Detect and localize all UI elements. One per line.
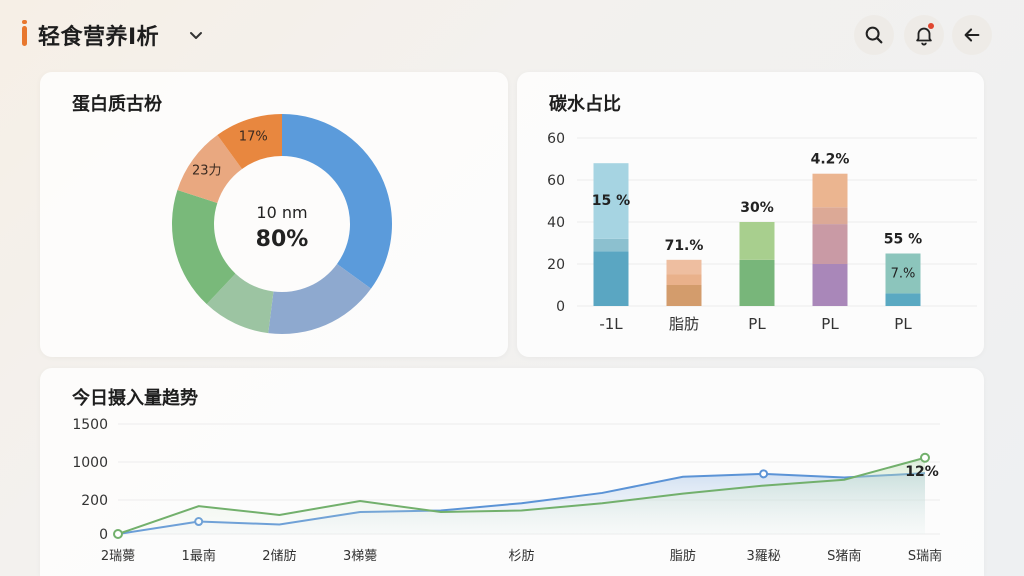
y-tick-label: 1500	[72, 417, 108, 433]
title-accent-dot	[22, 20, 27, 24]
x-category-label: 脂肪	[669, 315, 699, 333]
app-header: 轻食营养I析	[0, 0, 1024, 70]
x-tick-label: S猪南	[827, 548, 861, 564]
y-tick-label: 0	[556, 299, 565, 315]
end-value-label: 12%	[905, 464, 939, 480]
bar-sub-label: 7.%	[891, 267, 916, 282]
bar-value-label: 15 %	[592, 193, 630, 209]
notification-badge	[928, 23, 934, 29]
app-title: 轻食营养I析	[38, 25, 160, 50]
bar-segment	[593, 251, 629, 306]
trend-card: 今日摄入量趋势 0 200 1000 1500 12% 2瑞薨 1最南 2储肪 3梯薨 杉肪 脂肪 3…	[40, 368, 984, 576]
x-tick-label: 脂肪	[670, 548, 696, 564]
y-tick-label: 0	[99, 527, 108, 543]
y-tick-label: 60	[547, 173, 565, 189]
bar-segment	[593, 238, 629, 252]
bar-segment	[812, 207, 848, 225]
bar-value-label: 30%	[740, 200, 774, 216]
x-tick-label: 3羅秘	[746, 549, 780, 564]
y-tick-label: 60	[547, 131, 565, 147]
title-accent-bar	[22, 26, 27, 46]
back-button[interactable]	[952, 15, 992, 55]
y-tick-label: 1000	[72, 455, 108, 471]
protein-donut-chart: 10 nm 80% 23力 17%	[172, 114, 392, 334]
bar-value-label: 55 %	[884, 232, 922, 248]
data-point	[920, 452, 930, 463]
back-arrow-icon	[964, 28, 980, 42]
donut-center-value: 80%	[256, 227, 309, 252]
x-tick-label: S瑞南	[908, 548, 942, 564]
bar-segment	[885, 293, 921, 306]
donut-center-line1: 10 nm	[256, 203, 307, 222]
x-category-label: PL	[894, 315, 912, 333]
x-category-label: PL	[748, 315, 766, 333]
protein-card: 蛋白质古枌 10 nm 80% 23力 17%	[40, 72, 508, 357]
bar-segment	[666, 285, 702, 306]
x-category-label: -1L	[599, 315, 623, 333]
bar-segment	[739, 222, 775, 260]
donut-slice	[282, 114, 392, 289]
intake-trend-chart: 0 200 1000 1500 12% 2瑞薨 1最南 2储肪 3梯薨 杉肪 脂肪 3羅秘 S猪南 S瑞南	[72, 417, 942, 564]
bar-segment	[666, 259, 702, 275]
data-point	[113, 529, 123, 539]
x-tick-label: 2储肪	[262, 548, 296, 564]
bar-value-label: 4.2%	[811, 152, 850, 168]
donut-slice-label: 23力	[192, 163, 222, 178]
carb-card: 碳水占比 0 20 40 60 60 15 % -1L 71.% 脂肪 30% PL 4.2% PL 55…	[517, 72, 984, 357]
chevron-down-icon[interactable]	[187, 26, 205, 44]
search-button[interactable]	[854, 15, 894, 55]
bar-segment	[812, 173, 848, 208]
y-tick-label: 20	[547, 257, 565, 273]
bar-value-label: 71.%	[665, 238, 704, 254]
x-tick-label: 1最南	[182, 548, 216, 564]
bar-segment	[812, 224, 848, 264]
x-tick-label: 2瑞薨	[101, 549, 135, 564]
bar-segment	[666, 274, 702, 285]
search-icon	[865, 26, 883, 44]
x-tick-label: 3梯薨	[343, 549, 377, 564]
y-tick-label: 40	[547, 215, 565, 231]
y-tick-label: 200	[81, 493, 108, 509]
x-category-label: PL	[821, 315, 839, 333]
bar-segment	[739, 259, 775, 306]
data-point	[759, 469, 769, 479]
carb-bar-chart: 0 20 40 60 60 15 % -1L 71.% 脂肪 30% PL 4.2% PL 55 % 7.%…	[547, 131, 977, 333]
donut-slice-label: 17%	[239, 130, 268, 145]
notification-button[interactable]	[904, 15, 944, 55]
x-tick-label: 杉肪	[508, 548, 534, 564]
series-area	[118, 457, 925, 534]
bar-segment	[812, 264, 848, 306]
